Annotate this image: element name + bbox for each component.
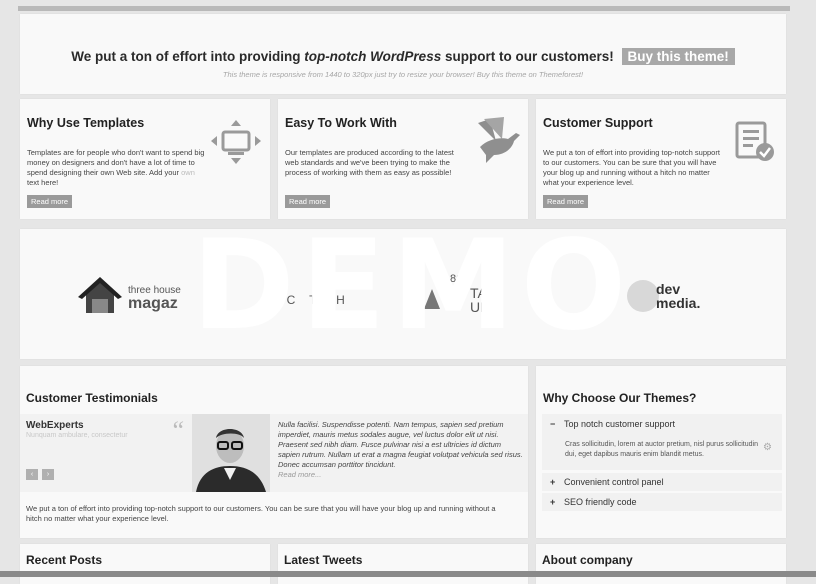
feature-title: Easy To Work With (285, 116, 397, 130)
rocket-logo-icon (424, 289, 440, 309)
feature-text: Our templates are produced according to … (285, 148, 454, 177)
feature-title: Why Use Templates (27, 116, 145, 130)
client-logos: three house magaz FFC TECH 86 TA UP dev … (20, 229, 786, 359)
person-photo-icon (192, 414, 270, 492)
accordion-item[interactable]: + Convenient control panel (542, 473, 782, 491)
minus-icon: − (550, 419, 556, 429)
logo-startup[interactable]: 86 TA UP (420, 273, 510, 317)
accordion-label: SEO friendly code (564, 497, 637, 507)
feature-easy-to-work-with: Easy To Work With Our templates are prod… (278, 99, 528, 219)
testimonial-author: WebExperts (26, 420, 84, 431)
next-testimonial-button[interactable]: › (42, 469, 54, 480)
testimonial-photo (192, 414, 270, 492)
top-border (18, 6, 790, 11)
promo-banner: We put a ton of effort into providing to… (20, 14, 786, 94)
feature-title: Customer Support (543, 116, 653, 130)
banner-emphasis: top-notch WordPress (304, 49, 442, 64)
circle-logo-icon (627, 280, 659, 312)
accordion-header[interactable]: + SEO friendly code (550, 497, 637, 507)
logo-text: FFC TECH (270, 293, 346, 307)
read-more-button[interactable]: Read more (27, 195, 73, 208)
logo-tech[interactable]: FFC TECH (270, 293, 380, 313)
own-link[interactable]: own (181, 168, 195, 177)
section-title: Recent Posts (26, 553, 103, 567)
feature-text-end: text here! (27, 178, 59, 187)
feature-customer-support: Customer Support We put a ton of effort … (536, 99, 786, 219)
feature-text: We put a ton of effort into providing to… (543, 148, 720, 187)
banner-subtext: This theme is responsive from 1440 to 32… (222, 70, 584, 79)
accordion-item[interactable]: + SEO friendly code (542, 493, 782, 511)
accordion-header[interactable]: + Convenient control panel (550, 477, 664, 487)
logo-text: magaz (128, 295, 178, 312)
plus-icon: + (550, 497, 556, 507)
latest-tweets-panel: Latest Tweets (278, 544, 528, 584)
section-title: Why Choose Our Themes? (543, 391, 697, 405)
recent-posts-panel: Recent Posts (20, 544, 270, 584)
testimonials-panel: Customer Testimonials WebExperts Nunquam… (20, 366, 528, 538)
testimonials-footer-text: We put a ton of effort into providing to… (26, 504, 496, 523)
testimonial-slide: WebExperts Nunquam ambulare, consectetur… (20, 414, 528, 492)
prev-testimonial-button[interactable]: ‹ (26, 469, 38, 480)
dove-icon (478, 117, 520, 163)
testimonial-quote: Nulla facilisi. Suspendisse potenti. Nam… (278, 420, 523, 480)
accordion-body: Cras sollicitudin, lorem at auctor preti… (565, 441, 758, 458)
section-title: Latest Tweets (284, 553, 363, 567)
section-title: Customer Testimonials (26, 391, 158, 405)
testimonial-read-more-link[interactable]: Read more... (278, 470, 523, 480)
accordion-item-open[interactable]: − Top notch customer support Cras sollici… (542, 414, 782, 470)
accordion-label: Convenient control panel (564, 477, 664, 487)
resize-monitor-icon (211, 120, 261, 164)
quote-icon: “ (170, 416, 185, 445)
buy-theme-button[interactable]: Buy this theme! (621, 48, 735, 65)
checklist-icon (735, 121, 774, 161)
logo-text: UP (470, 299, 490, 315)
plus-icon: + (550, 477, 556, 487)
banner-text-end: support to our customers! (441, 49, 614, 64)
banner-headline: We put a ton of effort into providing to… (20, 48, 786, 65)
accordion-label: Top notch customer support (564, 419, 676, 429)
bottom-edge (0, 571, 816, 577)
banner-text: We put a ton of effort into providing (71, 49, 305, 64)
logo-text: media. (656, 295, 701, 311)
logo-dev-media[interactable]: dev media. (626, 279, 726, 315)
logo-text: 86 (450, 273, 463, 285)
feature-why-use-templates: Why Use Templates Templates are for peop… (20, 99, 270, 219)
why-choose-panel: Why Choose Our Themes? − Top notch custom… (536, 366, 786, 538)
testimonial-author-subtitle: Nunquam ambulare, consectetur (26, 432, 128, 439)
feature-text: Templates are for people who don't want … (27, 148, 207, 188)
about-company-panel: About company (536, 544, 786, 584)
read-more-button[interactable]: Read more (285, 195, 331, 208)
house-logo-icon (78, 277, 122, 313)
gear-icon: ⚙ (763, 442, 772, 453)
accordion-header[interactable]: − Top notch customer support (550, 419, 675, 429)
logo-three-house-magazine[interactable]: three house magaz (78, 273, 198, 321)
feature-text-part: Templates are for people who don't want … (27, 148, 205, 177)
section-title: About company (542, 553, 633, 567)
testimonial-quote-text: Nulla facilisi. Suspendisse potenti. Nam… (278, 420, 523, 469)
read-more-button[interactable]: Read more (543, 195, 589, 208)
